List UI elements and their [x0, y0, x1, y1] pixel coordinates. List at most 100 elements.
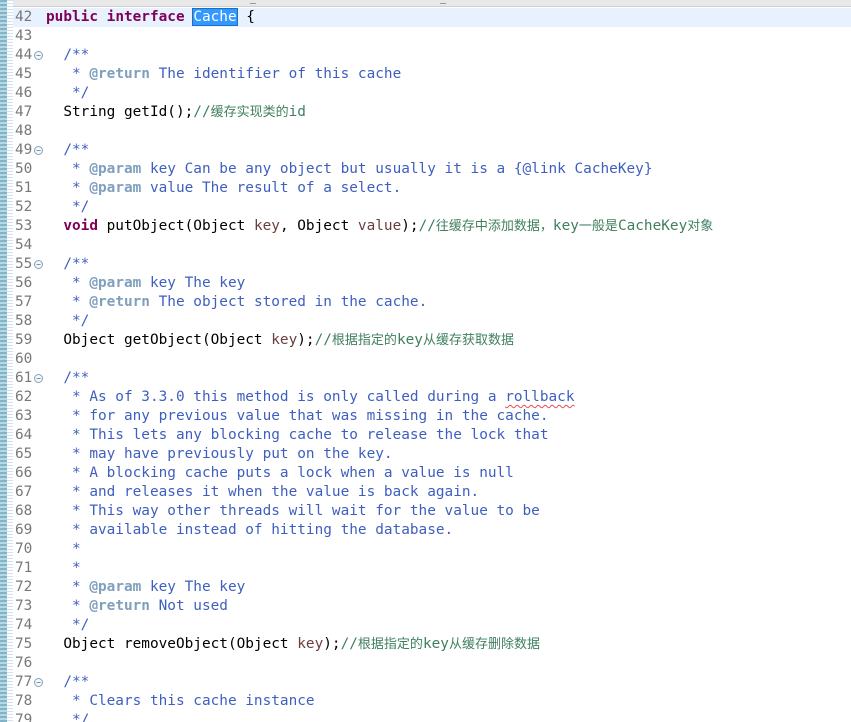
code-line[interactable]: 57 * @return The object stored in the ca…	[0, 293, 851, 312]
code-token: The object stored in the cache.	[149, 294, 428, 310]
code-line[interactable]: 47 String getId();//缓存实现类的id	[0, 103, 851, 122]
code-line[interactable]: 52 */	[0, 198, 851, 217]
fold-toggle-icon[interactable]: −	[34, 374, 43, 383]
code-text[interactable]: * This way other threads will wait for t…	[46, 502, 540, 521]
code-line[interactable]: 75 Object removeObject(Object key);//根据指…	[0, 635, 851, 654]
code-line[interactable]: 45 * @return The identifier of this cach…	[0, 65, 851, 84]
code-line[interactable]: 64 * This lets any blocking cache to rel…	[0, 426, 851, 445]
code-text[interactable]: * @param key The key	[46, 578, 245, 597]
code-token: key	[552, 218, 579, 234]
code-text[interactable]: /**	[46, 255, 89, 274]
code-text[interactable]: public interface Cache {	[46, 8, 255, 27]
code-line[interactable]: 67 * and releases it when the value is b…	[0, 483, 851, 502]
code-line[interactable]: 70 *	[0, 540, 851, 559]
code-token: 从缓存删除数据	[448, 637, 540, 652]
code-text[interactable]: /**	[46, 46, 89, 65]
line-number: 47	[15, 104, 33, 120]
code-line[interactable]: 44− /**	[0, 46, 851, 65]
code-text[interactable]: * @param key Can be any object but usual…	[46, 160, 653, 179]
code-line[interactable]: 56 * @param key The key	[0, 274, 851, 293]
code-line[interactable]: 49− /**	[0, 141, 851, 160]
code-token: Object getObject(Object	[46, 332, 272, 348]
code-line[interactable]: 60	[0, 350, 851, 369]
code-text[interactable]: */	[46, 616, 89, 635]
code-line[interactable]: 51 * @param value The result of a select…	[0, 179, 851, 198]
code-line[interactable]: 53 void putObject(Object key, Object val…	[0, 217, 851, 236]
code-text[interactable]: * @return The identifier of this cache	[46, 65, 401, 84]
code-text[interactable]: * @return The object stored in the cache…	[46, 293, 427, 312]
code-text[interactable]: * for any previous value that was missin…	[46, 407, 549, 426]
fold-toggle-icon[interactable]: −	[34, 146, 43, 155]
code-line[interactable]: 58 */	[0, 312, 851, 331]
code-text[interactable]: * @param value The result of a select.	[46, 179, 401, 198]
code-token: *	[46, 541, 81, 557]
code-line[interactable]: 54	[0, 236, 851, 255]
code-line[interactable]: 74 */	[0, 616, 851, 635]
code-text[interactable]: /**	[46, 369, 89, 388]
code-line[interactable]: 79 */	[0, 711, 851, 722]
line-number: 68	[15, 503, 33, 519]
code-text[interactable]: * As of 3.3.0 this method is only called…	[46, 388, 575, 407]
code-line[interactable]: 43	[0, 27, 851, 46]
code-text[interactable]: *	[46, 559, 81, 578]
code-text[interactable]: *	[46, 540, 81, 559]
code-text[interactable]: String getId();//缓存实现类的id	[46, 103, 306, 122]
code-token: Not used	[149, 598, 228, 614]
code-text[interactable]: * This lets any blocking cache to releas…	[46, 426, 549, 445]
code-text[interactable]: * may have previously put on the key.	[46, 445, 393, 464]
code-line[interactable]: 68 * This way other threads will wait fo…	[0, 502, 851, 521]
line-number: 42	[15, 9, 33, 25]
fold-toggle-icon[interactable]: −	[34, 260, 43, 269]
code-token: key Can be any object but usually it is …	[141, 161, 653, 177]
code-token: /**	[46, 674, 90, 690]
code-line[interactable]: 71 *	[0, 559, 851, 578]
line-number: 75	[15, 636, 33, 652]
code-text[interactable]: */	[46, 312, 89, 331]
code-text[interactable]: void putObject(Object key, Object value)…	[46, 217, 713, 236]
code-text[interactable]: */	[46, 84, 89, 103]
code-text[interactable]: */	[46, 711, 89, 722]
code-text[interactable]: */	[46, 198, 89, 217]
code-line[interactable]: 73 * @return Not used	[0, 597, 851, 616]
code-line[interactable]: 62 * As of 3.3.0 this method is only cal…	[0, 388, 851, 407]
code-text[interactable]: * @param key The key	[46, 274, 245, 293]
code-token: * This lets any blocking cache to releas…	[46, 427, 549, 443]
line-number: 51	[15, 180, 33, 196]
code-token: //	[418, 218, 436, 234]
code-line[interactable]: 61− /**	[0, 369, 851, 388]
code-line[interactable]: 69 * available instead of hitting the da…	[0, 521, 851, 540]
code-line[interactable]: 48	[0, 122, 851, 141]
code-token: *	[46, 294, 90, 310]
code-line[interactable]: 78 * Clears this cache instance	[0, 692, 851, 711]
code-line[interactable]: 63 * for any previous value that was mis…	[0, 407, 851, 426]
code-line[interactable]: 46 */	[0, 84, 851, 103]
code-line[interactable]: 55− /**	[0, 255, 851, 274]
code-line[interactable]: 42 public interface Cache {	[0, 8, 851, 27]
code-text[interactable]: * @return Not used	[46, 597, 228, 616]
code-line[interactable]: 77− /**	[0, 673, 851, 692]
code-line[interactable]: 66 * A blocking cache puts a lock when a…	[0, 464, 851, 483]
code-token: *	[46, 66, 90, 82]
line-number: 60	[15, 351, 33, 367]
code-token: String getId();	[46, 104, 194, 120]
code-text[interactable]: Object removeObject(Object key);//根据指定的k…	[46, 635, 540, 654]
code-text[interactable]: * and releases it when the value is back…	[46, 483, 479, 502]
code-line[interactable]: 65 * may have previously put on the key.	[0, 445, 851, 464]
code-line[interactable]: 72 * @param key The key	[0, 578, 851, 597]
code-text[interactable]: * available instead of hitting the datab…	[46, 521, 453, 540]
code-text[interactable]: * Clears this cache instance	[46, 692, 315, 711]
code-text[interactable]: Object getObject(Object key);//根据指定的key从…	[46, 331, 514, 350]
code-token: /**	[46, 47, 90, 63]
code-line[interactable]: 59 Object getObject(Object key);//根据指定的k…	[0, 331, 851, 350]
code-editor[interactable]: 42 public interface Cache {43 44− /** 45 * …	[0, 0, 851, 722]
fold-toggle-icon[interactable]: −	[34, 51, 43, 60]
code-token: );	[401, 218, 419, 234]
line-number: 56	[15, 275, 33, 291]
code-line[interactable]: 50 * @param key Can be any object but us…	[0, 160, 851, 179]
code-line[interactable]: 76	[0, 654, 851, 673]
code-text[interactable]: /**	[46, 673, 89, 692]
code-text[interactable]: * A blocking cache puts a lock when a va…	[46, 464, 514, 483]
fold-toggle-icon[interactable]: −	[34, 678, 43, 687]
code-token: */	[46, 199, 90, 215]
code-text[interactable]: /**	[46, 141, 89, 160]
